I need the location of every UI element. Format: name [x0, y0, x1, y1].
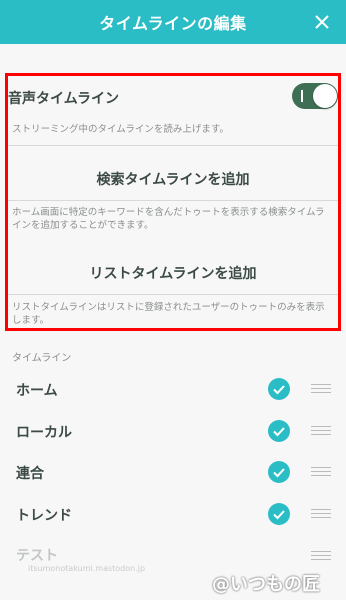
timeline-item-federated: 連合 — [0, 451, 346, 493]
timeline-item-subtitle: itsumonotakumi.mastodon.jp — [28, 564, 146, 573]
timeline-item-home: ホーム — [0, 368, 346, 410]
timeline-item-trend: トレンド — [0, 493, 346, 535]
toggle-on-mark — [301, 90, 303, 102]
page-title: タイムラインの編集 — [99, 14, 247, 33]
drag-handle-icon[interactable] — [311, 384, 331, 393]
check-icon[interactable] — [268, 378, 290, 400]
timeline-item-local: ローカル — [0, 410, 346, 452]
timeline-item-label: 連合 — [16, 466, 44, 482]
voice-timeline-row: 音声タイムライン — [8, 80, 338, 112]
search-timeline-description: ホーム画面に特定のキーワードを含んだトゥートを表示する検索タイムラインを追加する… — [12, 207, 325, 231]
check-icon[interactable] — [268, 461, 290, 483]
watermark: @いつもの匠 — [212, 574, 320, 595]
check-icon[interactable] — [268, 420, 290, 442]
drag-handle-icon[interactable] — [311, 426, 331, 435]
timelines-section-label: タイムライン — [12, 353, 72, 364]
voice-timeline-description: ストリーミング中のタイムラインを読み上げます。 — [12, 124, 229, 135]
timeline-item-label: テスト — [16, 548, 58, 564]
drag-handle-icon[interactable] — [311, 551, 331, 560]
voice-timeline-toggle[interactable] — [292, 83, 338, 109]
check-icon[interactable] — [268, 503, 290, 525]
list-timeline-description: リストタイムラインはリストに登録されたユーザーのトゥートのみを表示します。 — [12, 302, 325, 326]
close-icon[interactable] — [312, 12, 332, 32]
timeline-item-label: ホーム — [16, 383, 58, 399]
divider — [8, 145, 338, 146]
voice-timeline-label: 音声タイムライン — [8, 91, 120, 107]
timeline-item-label: トレンド — [16, 508, 72, 524]
add-list-timeline-button[interactable]: リストタイムラインを追加 — [8, 251, 338, 295]
drag-handle-icon[interactable] — [311, 467, 331, 476]
divider — [8, 200, 338, 201]
toggle-knob — [313, 84, 337, 108]
timeline-item-label: ローカル — [16, 425, 72, 441]
header-bar: タイムラインの編集 — [0, 0, 346, 44]
drag-handle-icon[interactable] — [311, 509, 331, 518]
divider — [8, 294, 338, 295]
add-search-timeline-button[interactable]: 検索タイムラインを追加 — [8, 157, 338, 201]
